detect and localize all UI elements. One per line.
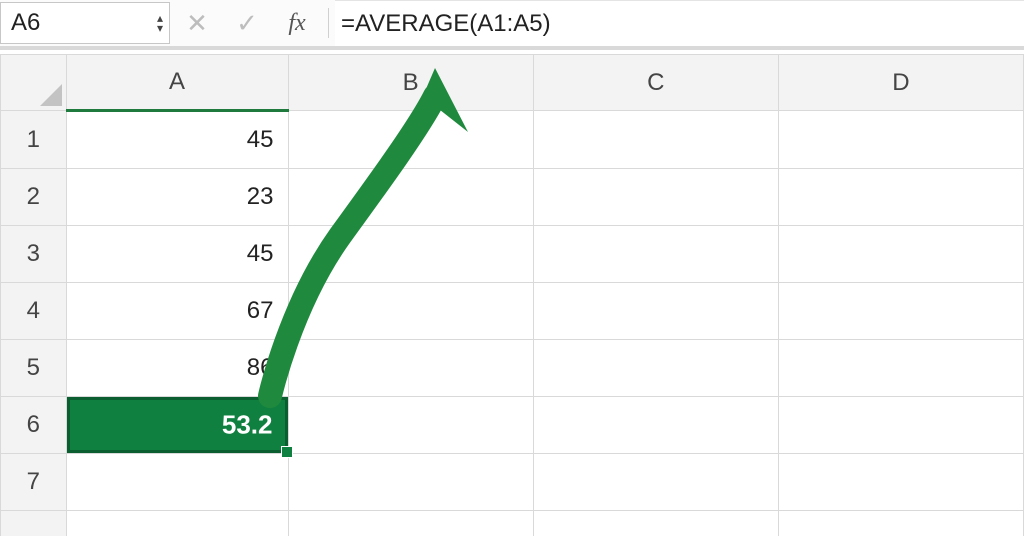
insert-function-button[interactable]: fx [272,0,322,46]
name-box-value: A6 [11,9,40,37]
cell-blank[interactable] [533,511,778,536]
cell-C7[interactable] [533,454,778,511]
spreadsheet-grid[interactable]: A B C D 1 45 2 23 3 45 [0,54,1024,536]
formula-bar: A6 ▴ ▾ ✕ ✓ fx =AVERAGE(A1:A5) [0,0,1024,50]
cell-B2[interactable] [288,169,533,226]
cell-C5[interactable] [533,340,778,397]
close-icon: ✕ [186,8,208,39]
cell-B1[interactable] [288,111,533,169]
cell-C4[interactable] [533,283,778,340]
cell-A2[interactable]: 23 [66,169,288,226]
row-header-2[interactable]: 2 [1,169,67,226]
cell-A3[interactable]: 45 [66,226,288,283]
cell-blank[interactable] [66,511,288,536]
cell-B4[interactable] [288,283,533,340]
cell-B5[interactable] [288,340,533,397]
row-header-blank[interactable] [1,511,67,536]
excel-window: { "namebox": { "value": "A6" }, "formula… [0,0,1024,536]
column-header-B[interactable]: B [288,55,533,111]
grid-table: A B C D 1 45 2 23 3 45 [0,54,1024,536]
cell-blank[interactable] [778,511,1023,536]
cell-D5[interactable] [778,340,1023,397]
cell-C1[interactable] [533,111,778,169]
cell-D3[interactable] [778,226,1023,283]
cell-A4[interactable]: 67 [66,283,288,340]
formula-text: =AVERAGE(A1:A5) [341,10,551,38]
cell-A6[interactable]: 53.2 [66,397,288,454]
cell-C6[interactable] [533,397,778,454]
cell-B6[interactable] [288,397,533,454]
cell-A7[interactable] [66,454,288,511]
row-header-7[interactable]: 7 [1,454,67,511]
cell-B3[interactable] [288,226,533,283]
chevron-down-icon[interactable]: ▾ [157,23,163,33]
cell-C3[interactable] [533,226,778,283]
selection-highlight: 53.2 [67,397,288,453]
cell-D4[interactable] [778,283,1023,340]
cell-C2[interactable] [533,169,778,226]
cell-blank[interactable] [288,511,533,536]
name-box[interactable]: A6 ▴ ▾ [0,2,170,44]
cancel-formula-button[interactable]: ✕ [172,0,222,46]
cell-A1[interactable]: 45 [66,111,288,169]
name-box-spinner[interactable]: ▴ ▾ [157,13,163,33]
cell-D2[interactable] [778,169,1023,226]
cell-A5[interactable]: 86 [66,340,288,397]
formula-input[interactable]: =AVERAGE(A1:A5) [335,0,1024,46]
cell-D1[interactable] [778,111,1023,169]
cell-D6[interactable] [778,397,1023,454]
fx-icon: fx [288,10,305,37]
column-header-D[interactable]: D [778,55,1023,111]
cell-B7[interactable] [288,454,533,511]
column-header-C[interactable]: C [533,55,778,111]
cell-A6-value: 53.2 [222,410,273,441]
cell-D7[interactable] [778,454,1023,511]
enter-formula-button[interactable]: ✓ [222,0,272,46]
row-header-3[interactable]: 3 [1,226,67,283]
row-header-4[interactable]: 4 [1,283,67,340]
select-all-corner[interactable] [1,55,67,111]
row-header-1[interactable]: 1 [1,111,67,169]
separator [328,8,329,38]
row-header-6[interactable]: 6 [1,397,67,454]
row-header-5[interactable]: 5 [1,340,67,397]
column-header-A[interactable]: A [66,55,288,111]
fill-handle[interactable] [281,446,293,458]
check-icon: ✓ [236,8,258,39]
